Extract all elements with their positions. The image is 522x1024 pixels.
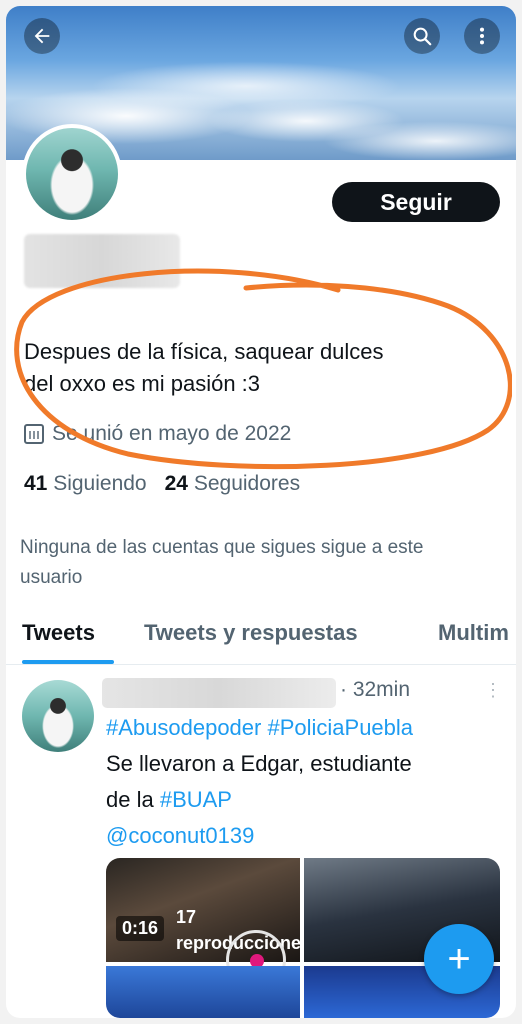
more-vertical-icon [479, 27, 485, 45]
profile-avatar[interactable] [22, 124, 122, 224]
tweet-author-redacted [102, 678, 336, 708]
tweet-line: de la [106, 787, 160, 812]
tab-tweets[interactable]: Tweets [22, 620, 95, 646]
video-duration: 0:16 [116, 916, 165, 941]
search-button[interactable] [404, 18, 440, 54]
tweet-more-icon[interactable]: ⋮ [484, 680, 502, 701]
back-button[interactable] [24, 18, 60, 54]
arrow-left-icon [34, 28, 50, 44]
hashtag-link[interactable]: #BUAP [160, 787, 232, 812]
compose-button[interactable]: + [424, 924, 494, 994]
active-tab-indicator [22, 660, 114, 664]
profile-screen: Seguir Despues de la física, saquear dul… [6, 6, 516, 1018]
mention-link[interactable]: @coconut0139 [106, 818, 496, 854]
hashtag-link[interactable]: #Abusodepoder [106, 715, 261, 740]
search-icon [413, 27, 432, 46]
tab-media[interactable]: Multim [438, 620, 509, 646]
mutual-followers-note: Ninguna de las cuentas que sigues sigue … [20, 537, 424, 588]
profile-tabs: Tweets Tweets y respuestas Multim [6, 610, 516, 665]
media-video[interactable]: 0:16 17 reproducciones [106, 858, 311, 990]
hashtag-link[interactable]: #PoliciaPuebla [267, 715, 413, 740]
tab-tweets-and-replies[interactable]: Tweets y respuestas [144, 620, 358, 646]
follow-button[interactable]: Seguir [332, 182, 500, 222]
tweet-avatar[interactable] [22, 680, 94, 752]
tweet-timestamp: · 32min [340, 678, 411, 701]
media-image[interactable] [106, 966, 300, 1018]
plus-icon: + [447, 936, 471, 981]
tweet-text: #Abusodepoder #PoliciaPuebla Se llevaron… [106, 710, 496, 854]
more-button[interactable] [464, 18, 500, 54]
annotation-circle [14, 268, 512, 470]
tweet-line: Se llevaron a Edgar, estudiante [106, 751, 412, 776]
